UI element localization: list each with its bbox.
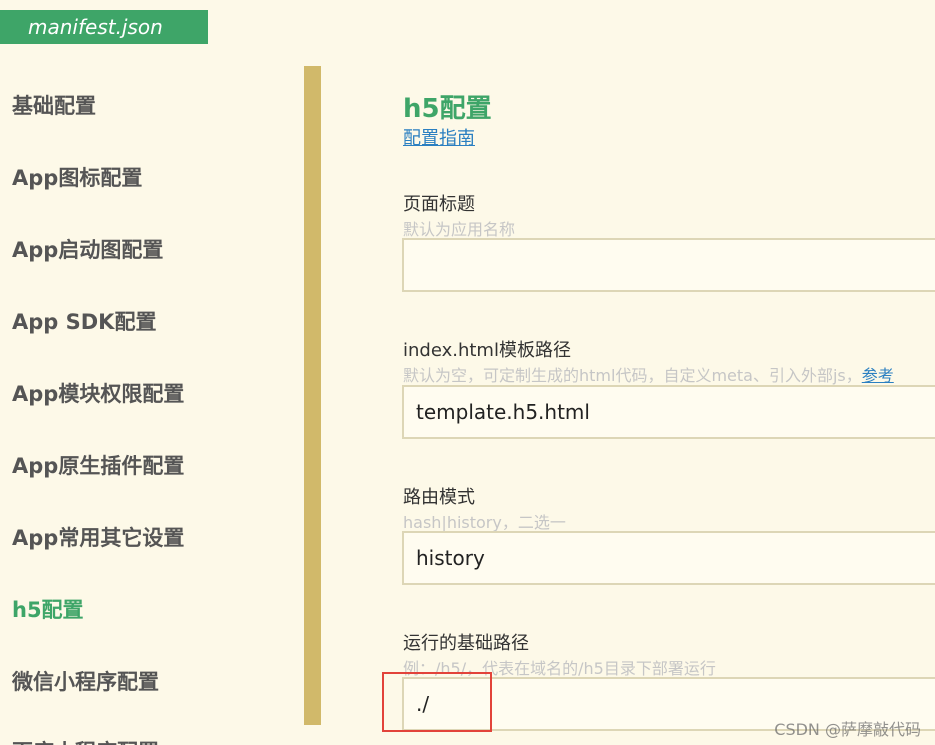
router-mode-hint: hash|history，二选一 <box>403 513 566 532</box>
template-path-reference-link[interactable]: 参考 <box>862 366 894 385</box>
base-path-hint: 例：/h5/，代表在域名的/h5目录下部署运行 <box>403 659 716 678</box>
sidebar-item-app-splash[interactable]: App启动图配置 <box>12 234 163 264</box>
template-path-input[interactable] <box>402 385 935 439</box>
router-mode-label: 路由模式 <box>403 487 475 508</box>
template-path-hint-text: 默认为空，可定制生成的html代码，自定义meta、引入外部js， <box>403 366 862 385</box>
sidebar-scrollbar[interactable] <box>304 66 321 725</box>
sidebar-item-baidu-mp[interactable]: 百度小程序配置 <box>12 736 159 745</box>
router-mode-input[interactable] <box>402 531 935 585</box>
watermark: CSDN @萨摩敲代码 <box>774 720 921 739</box>
sidebar-nav: 基础配置 App图标配置 App启动图配置 App SDK配置 App模块权限配… <box>0 66 304 745</box>
sidebar-item-app-other[interactable]: App常用其它设置 <box>12 522 184 552</box>
template-path-label: index.html模板路径 <box>403 340 571 361</box>
file-tab-manifest[interactable]: manifest.json <box>0 10 208 44</box>
sidebar-item-app-modules[interactable]: App模块权限配置 <box>12 378 184 408</box>
sidebar-item-weixin-mp[interactable]: 微信小程序配置 <box>12 666 159 696</box>
h5-config-panel: h5配置 配置指南 页面标题 默认为应用名称 index.html模板路径 默认… <box>321 66 935 745</box>
sidebar-item-app-icon[interactable]: App图标配置 <box>12 162 142 192</box>
page-title: h5配置 <box>403 94 492 124</box>
sidebar-item-h5[interactable]: h5配置 <box>12 594 84 624</box>
page-title-label: 页面标题 <box>403 194 475 215</box>
base-path-label: 运行的基础路径 <box>403 633 529 654</box>
page-title-input[interactable] <box>402 238 935 292</box>
template-path-hint: 默认为空，可定制生成的html代码，自定义meta、引入外部js，参考 <box>403 362 894 386</box>
sidebar-item-basic[interactable]: 基础配置 <box>12 90 96 120</box>
sidebar-item-app-sdk[interactable]: App SDK配置 <box>12 306 156 336</box>
sidebar-item-app-native-plugins[interactable]: App原生插件配置 <box>12 450 184 480</box>
manifest-editor: manifest.json 基础配置 App图标配置 App启动图配置 App … <box>0 0 935 745</box>
config-guide-link[interactable]: 配置指南 <box>403 124 475 150</box>
page-title-hint: 默认为应用名称 <box>403 220 516 239</box>
